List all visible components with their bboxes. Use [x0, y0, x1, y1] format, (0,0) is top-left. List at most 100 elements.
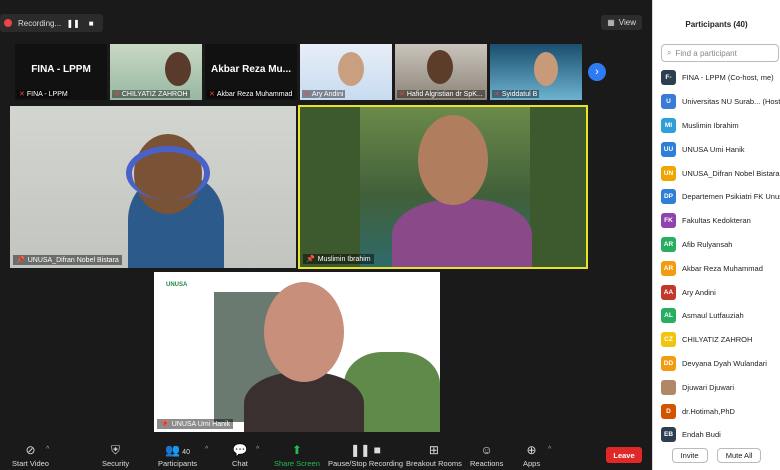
share-screen-icon: ⬆ — [291, 443, 302, 457]
chevron-up-icon[interactable]: ^ — [256, 446, 259, 453]
participant-row[interactable]: UN UNUSA_Difran Nobel Bistara — [661, 161, 780, 185]
view-label: View — [618, 18, 636, 27]
participant-name: Universitas NU Surab... (Host) — [682, 97, 780, 107]
participant-row[interactable]: Djuwari Djuwari — [661, 375, 780, 399]
reactions-button[interactable]: ☺ Reactions — [470, 442, 503, 468]
avatar: CZ — [661, 332, 676, 348]
thumb-caption: ✕ Akbar Reza Muhammad — [207, 90, 295, 98]
mic-muted-icon: ✕ — [114, 91, 120, 98]
pause-recording-icon[interactable]: ❚❚ — [66, 17, 79, 29]
participant-row[interactable]: CZ CHILYATIZ ZAHROH — [661, 328, 780, 352]
participant-row[interactable]: F- FINA - LPPM (Co-host, me) — [661, 66, 780, 90]
mic-muted-icon: ✕ — [494, 91, 500, 98]
tile-caption: 📌 UNUSA_Difran Nobel Bistara — [13, 255, 122, 265]
start-video-button[interactable]: ⊘ Start Video — [12, 442, 49, 468]
participant-row[interactable]: Ddr.Hotimah,PhD — [661, 399, 780, 423]
security-button[interactable]: ⛨ Security — [102, 442, 129, 468]
participants-panel: Participants (40) ⌕ Find a participant F… — [652, 0, 780, 470]
apps-icon: ⊕ — [526, 443, 537, 457]
people-icon: 👥 40 — [165, 443, 190, 457]
avatar: MI — [661, 117, 676, 133]
participant-list: F- FINA - LPPM (Co-host, me) U Universitas … — [661, 66, 780, 447]
avatar: AL — [661, 308, 676, 324]
video-tile[interactable]: UNUSA 📌 UNUSA Umi Hanik — [154, 272, 440, 432]
chevron-up-icon[interactable]: ^ — [548, 446, 551, 453]
chevron-up-icon[interactable]: ^ — [205, 446, 208, 453]
invite-button[interactable]: Invite — [671, 448, 708, 463]
thumb-name: FINA - LPPM — [31, 64, 91, 75]
thumb-caption: ✕ FINA - LPPM — [17, 90, 70, 98]
filmstrip-thumb[interactable]: ✕ Ary Andini — [300, 44, 392, 100]
mic-muted-icon: ✕ — [19, 91, 25, 98]
pin-icon: 📌 — [16, 257, 25, 264]
participant-name: UNUSA Umi Hanik — [682, 144, 745, 154]
meeting-stage: Recording... ❚❚ ■ ▦ View FINA - LPPM ✕ FI… — [0, 0, 652, 470]
mute-all-button[interactable]: Mute All — [716, 448, 762, 463]
participant-name: UNUSA_Difran Nobel Bistara — [682, 168, 780, 178]
filmstrip-thumb[interactable]: ✕ Hafid Algristian dr SpK... — [395, 44, 487, 100]
top-bar: Recording... ❚❚ ■ ▦ View — [0, 12, 652, 34]
chevron-up-icon[interactable]: ^ — [46, 446, 49, 453]
person-silhouette — [427, 50, 453, 84]
video-tile[interactable]: 📌 UNUSA_Difran Nobel Bistara — [10, 106, 296, 268]
participant-row[interactable]: DP Departemen Psikiatri FK Unusa — [661, 185, 780, 209]
mic-muted-icon: ✕ — [304, 91, 310, 98]
thumb-caption: ✕ Syiddatul B — [492, 90, 540, 98]
participant-row[interactable]: U Universitas NU Surab... (Host) — [661, 90, 780, 114]
leave-button[interactable]: Leave — [606, 447, 642, 463]
avatar — [661, 379, 676, 395]
participant-name: Fakultas Kedokteran — [682, 216, 751, 226]
meeting-toolbar: ⊘ Start Video ^ ⛨ Security 👥 40 Participa… — [0, 440, 652, 470]
participant-name: Ary Andini — [682, 287, 716, 297]
pin-icon: 📌 — [160, 421, 169, 428]
breakout-rooms-button[interactable]: ⊞ Breakout Rooms — [406, 442, 462, 468]
filmstrip-thumb[interactable]: ✕ CHILYATIZ ZAHROH — [110, 44, 202, 100]
chat-icon: 💬 — [232, 443, 248, 457]
participant-row[interactable]: AR Afib Rulyansah — [661, 233, 780, 257]
avatar: FK — [661, 213, 676, 229]
pause-stop-recording-button[interactable]: ❚❚ ■ Pause/Stop Recording — [328, 442, 403, 468]
smiley-icon: ☺ — [480, 443, 493, 457]
share-screen-button[interactable]: ⬆ Share Screen — [274, 442, 320, 468]
thumb-caption: ✕ CHILYATIZ ZAHROH — [112, 90, 190, 98]
filmstrip-thumb[interactable]: ✕ Syiddatul B — [490, 44, 582, 100]
filmstrip-thumb[interactable]: Akbar Reza Mu... ✕ Akbar Reza Muhammad — [205, 44, 297, 100]
participant-row[interactable]: EB Endah Budi — [661, 423, 780, 447]
participant-name: CHILYATIZ ZAHROH — [682, 335, 753, 345]
participant-row[interactable]: DD Devyana Dyah Wulandari — [661, 352, 780, 376]
participant-row[interactable]: UU UNUSA Umi Hanik — [661, 137, 780, 161]
participant-row[interactable]: FK Fakultas Kedokteran — [661, 209, 780, 233]
avatar: D — [661, 403, 676, 419]
participant-name: Departemen Psikiatri FK Unusa — [682, 192, 780, 202]
participants-button[interactable]: 👥 40 Participants — [158, 442, 197, 468]
search-icon: ⌕ — [667, 48, 672, 57]
avatar: F- — [661, 70, 676, 86]
next-page-arrow-icon[interactable]: › — [588, 63, 606, 81]
participant-name: Endah Budi — [682, 430, 721, 440]
tree-background — [300, 107, 360, 267]
avatar: AR — [661, 236, 676, 252]
avatar: UU — [661, 141, 676, 157]
participant-row[interactable]: AA Ary Andini — [661, 280, 780, 304]
view-button[interactable]: ▦ View — [601, 15, 642, 30]
avatar: AR — [661, 260, 676, 276]
participant-row[interactable]: AR Akbar Reza Muhammad — [661, 256, 780, 280]
filmstrip-thumb[interactable]: FINA - LPPM ✕ FINA - LPPM — [15, 44, 107, 100]
unusa-logo-text: UNUSA — [166, 282, 188, 288]
search-input[interactable]: ⌕ Find a participant — [661, 44, 779, 62]
recording-indicator: Recording... ❚❚ ■ — [0, 14, 104, 32]
chat-button[interactable]: 💬 Chat — [232, 442, 248, 468]
shield-icon: ⛨ — [111, 443, 121, 457]
avatar: AA — [661, 284, 676, 300]
avatar: DD — [661, 355, 676, 371]
active-speaker-tile[interactable]: 📌 Muslimin Ibrahim — [298, 105, 588, 269]
participant-row[interactable]: AL Asmaul Lutfauziah — [661, 304, 780, 328]
participant-name: dr.Hotimah,PhD — [682, 406, 735, 416]
participant-row[interactable]: MI Muslimin Ibrahim — [661, 114, 780, 138]
stop-recording-icon[interactable]: ■ — [85, 17, 97, 29]
apps-button[interactable]: ⊕ Apps — [523, 442, 540, 468]
participant-name: Djuwari Djuwari — [682, 382, 735, 392]
thumb-caption: ✕ Hafid Algristian dr SpK... — [397, 90, 485, 98]
breakout-rooms-icon: ⊞ — [428, 443, 439, 457]
pin-icon: 📌 — [306, 256, 315, 263]
